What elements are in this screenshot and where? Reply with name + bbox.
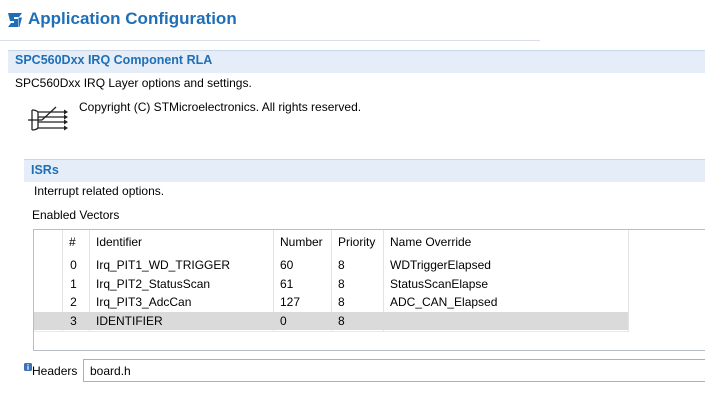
headers-label: Headers	[32, 364, 78, 378]
page-title: Application Configuration	[28, 9, 237, 28]
table-row[interactable]: 2 Irq_PIT3_AdcCan 127 8 ADC_CAN_Elapsed	[34, 293, 628, 311]
table-row[interactable]: 0 Irq_PIT1_WD_TRIGGER 60 8 WDTriggerElap…	[34, 256, 628, 274]
component-section-title[interactable]: SPC560Dxx IRQ Component RLA	[15, 53, 212, 67]
cell-name-override[interactable]: ADC_CAN_Elapsed	[390, 293, 497, 311]
cell-priority[interactable]: 8	[338, 293, 345, 311]
cell-priority[interactable]: 8	[338, 256, 345, 274]
table-header-row: # Identifier Number Priority Name Overri…	[34, 233, 628, 251]
column-header-index[interactable]: #	[69, 233, 76, 251]
component-description: SPC560Dxx IRQ Layer options and settings…	[15, 76, 252, 90]
row-divider	[34, 331, 628, 332]
isrs-section-header[interactable]	[24, 159, 705, 182]
title-divider	[0, 40, 540, 41]
cell-number[interactable]: 61	[280, 275, 293, 293]
cell-name-override[interactable]: WDTriggerElapsed	[390, 256, 491, 274]
cell-identifier[interactable]: Irq_PIT1_WD_TRIGGER	[96, 256, 230, 274]
headers-input[interactable]	[83, 359, 705, 382]
table-row[interactable]: 1 Irq_PIT2_StatusScan 61 8 StatusScanEla…	[34, 275, 628, 293]
isrs-description: Interrupt related options.	[34, 184, 165, 198]
cell-identifier[interactable]: Irq_PIT3_AdcCan	[96, 293, 191, 311]
column-header-identifier[interactable]: Identifier	[96, 233, 142, 251]
cell-priority[interactable]: 8	[338, 312, 345, 330]
cell-identifier[interactable]: Irq_PIT2_StatusScan	[96, 275, 210, 293]
cell-identifier[interactable]: IDENTIFIER	[96, 312, 163, 330]
column-header-priority[interactable]: Priority	[338, 233, 375, 251]
table-row-selected[interactable]: 3 IDENTIFIER 0 8	[34, 312, 628, 330]
column-separator[interactable]	[628, 230, 629, 332]
cell-name-override[interactable]: StatusScanElapse	[390, 275, 488, 293]
st-logo-icon	[8, 13, 22, 27]
info-icon	[24, 363, 32, 371]
column-header-number[interactable]: Number	[280, 233, 323, 251]
cell-priority[interactable]: 8	[338, 275, 345, 293]
irq-component-icon	[28, 106, 68, 131]
cell-number[interactable]: 127	[280, 293, 300, 311]
isrs-section-title[interactable]: ISRs	[31, 163, 59, 177]
cell-number[interactable]: 60	[280, 256, 293, 274]
column-header-name-override[interactable]: Name Override	[390, 233, 471, 251]
copyright-text: Copyright (C) STMicroelectronics. All ri…	[79, 100, 362, 114]
enabled-vectors-label: Enabled Vectors	[32, 208, 120, 222]
cell-number[interactable]: 0	[280, 312, 287, 330]
